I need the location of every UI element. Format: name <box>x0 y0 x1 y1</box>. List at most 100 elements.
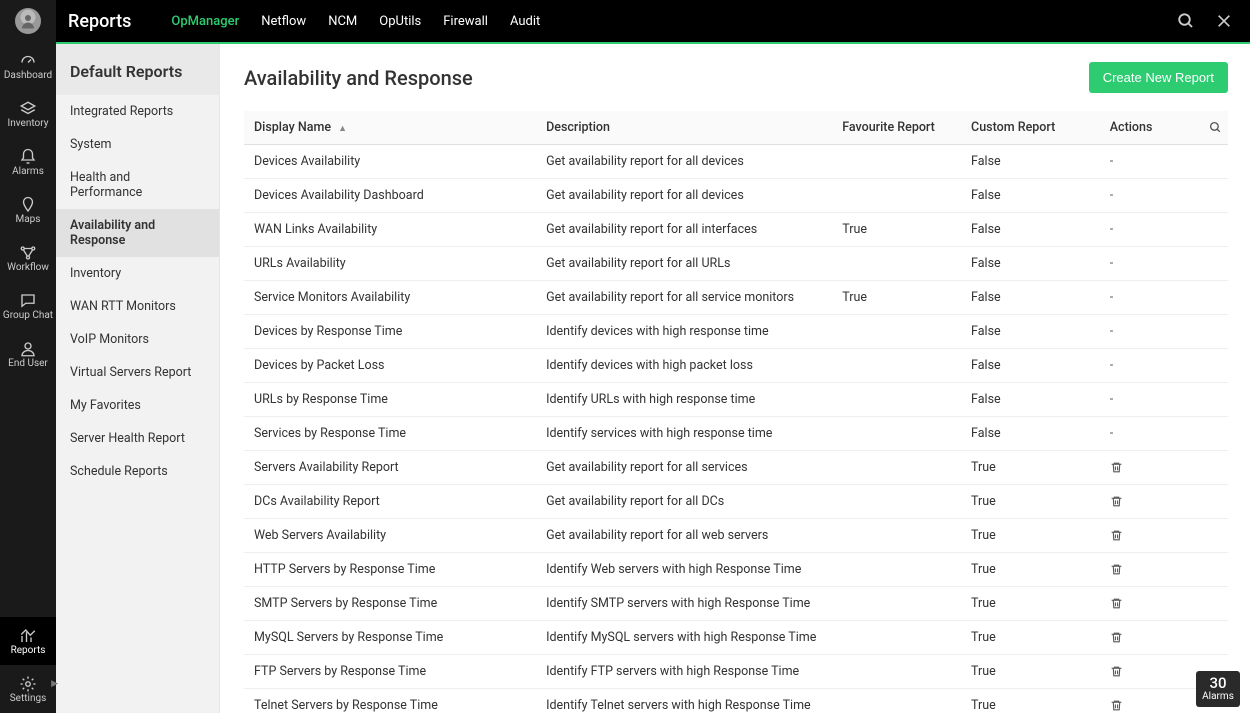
table-row[interactable]: DCs Availability Report Get availability… <box>244 485 1228 519</box>
table-row[interactable]: Devices Availability Get availability re… <box>244 145 1228 179</box>
left-rail: DashboardInventoryAlarmsMapsWorkflowGrou… <box>0 0 56 713</box>
table-row[interactable]: FTP Servers by Response Time Identify FT… <box>244 655 1228 689</box>
search-icon[interactable] <box>1176 11 1196 31</box>
cell-display[interactable]: URLs Availability <box>244 247 540 281</box>
col-header-favourite[interactable]: Favourite Report <box>836 111 965 145</box>
rail-item-reports[interactable]: Reports <box>0 617 56 665</box>
sub-nav-item-integrated-reports[interactable]: Integrated Reports <box>56 95 219 128</box>
cell-actions: - <box>1094 145 1203 179</box>
top-tab-oputils[interactable]: OpUtils <box>379 14 421 29</box>
cell-display[interactable]: SMTP Servers by Response Time <box>244 587 540 621</box>
cell-actions <box>1094 587 1203 621</box>
cell-actions: - <box>1094 417 1203 451</box>
table-row[interactable]: Services by Response Time Identify servi… <box>244 417 1228 451</box>
no-action: - <box>1110 324 1113 339</box>
no-action: - <box>1110 154 1113 169</box>
rail-item-group-chat[interactable]: Group Chat <box>0 282 56 330</box>
sub-nav-item-voip-monitors[interactable]: VoIP Monitors <box>56 323 219 356</box>
sub-nav-item-inventory[interactable]: Inventory <box>56 257 219 290</box>
sub-nav-item-wan-rtt-monitors[interactable]: WAN RTT Monitors <box>56 290 219 323</box>
expand-caret-icon[interactable]: ▶ <box>51 679 58 689</box>
cell-display[interactable]: HTTP Servers by Response Time <box>244 553 540 587</box>
table-row[interactable]: Telnet Servers by Response Time Identify… <box>244 689 1228 713</box>
table-row[interactable]: URLs by Response Time Identify URLs with… <box>244 383 1228 417</box>
top-tab-firewall[interactable]: Firewall <box>443 14 488 29</box>
cell-display[interactable]: Service Monitors Availability <box>244 281 540 315</box>
cell-display[interactable]: Devices by Response Time <box>244 315 540 349</box>
rail-item-dashboard[interactable]: Dashboard <box>0 42 56 90</box>
col-header-custom[interactable]: Custom Report <box>965 111 1094 145</box>
table-row[interactable]: MySQL Servers by Response Time Identify … <box>244 621 1228 655</box>
cell-actions <box>1094 451 1203 485</box>
col-header-display[interactable]: Display Name ▲ <box>244 111 540 145</box>
sub-nav-item-health-and-performance[interactable]: Health and Performance <box>56 161 219 209</box>
table-row[interactable]: Devices Availability Dashboard Get avail… <box>244 179 1228 213</box>
table-row[interactable]: Service Monitors Availability Get availa… <box>244 281 1228 315</box>
create-new-report-button[interactable]: Create New Report <box>1089 62 1228 93</box>
top-tab-netflow[interactable]: Netflow <box>261 14 306 29</box>
rail-item-label: End User <box>8 358 48 369</box>
rail-item-end-user[interactable]: End User <box>0 330 56 378</box>
cell-custom: True <box>965 485 1094 519</box>
table-row[interactable]: Devices by Packet Loss Identify devices … <box>244 349 1228 383</box>
sub-nav-item-my-favorites[interactable]: My Favorites <box>56 389 219 422</box>
delete-icon[interactable] <box>1110 529 1197 542</box>
rail-item-settings[interactable]: Settings <box>0 665 56 713</box>
table-row[interactable]: Devices by Response Time Identify device… <box>244 315 1228 349</box>
cell-description: Identify FTP servers with high Response … <box>540 655 836 689</box>
cell-custom: True <box>965 519 1094 553</box>
rail-item-maps[interactable]: Maps <box>0 186 56 234</box>
sub-nav-item-server-health-report[interactable]: Server Health Report <box>56 422 219 455</box>
delete-icon[interactable] <box>1110 699 1197 712</box>
table-row[interactable]: Servers Availability Report Get availabi… <box>244 451 1228 485</box>
cell-display[interactable]: WAN Links Availability <box>244 213 540 247</box>
cell-display[interactable]: Servers Availability Report <box>244 451 540 485</box>
table-row[interactable]: HTTP Servers by Response Time Identify W… <box>244 553 1228 587</box>
col-header-description[interactable]: Description <box>540 111 836 145</box>
cell-favourite <box>836 451 965 485</box>
cell-display[interactable]: Web Servers Availability <box>244 519 540 553</box>
cell-favourite: True <box>836 281 965 315</box>
delete-icon[interactable] <box>1110 631 1197 644</box>
cell-description: Identify services with high response tim… <box>540 417 836 451</box>
alarms-badge[interactable]: 30 Alarms <box>1196 671 1240 707</box>
delete-icon[interactable] <box>1110 597 1197 610</box>
table-row[interactable]: WAN Links Availability Get availability … <box>244 213 1228 247</box>
col-header-actions[interactable]: Actions <box>1094 111 1203 145</box>
table-row[interactable]: URLs Availability Get availability repor… <box>244 247 1228 281</box>
top-tab-ncm[interactable]: NCM <box>328 14 357 29</box>
sub-nav-item-availability-and-response[interactable]: Availability and Response <box>56 209 219 257</box>
cell-display[interactable]: MySQL Servers by Response Time <box>244 621 540 655</box>
cell-display[interactable]: Telnet Servers by Response Time <box>244 689 540 713</box>
table-search-icon[interactable] <box>1203 111 1228 145</box>
cell-favourite <box>836 383 965 417</box>
sub-nav-item-schedule-reports[interactable]: Schedule Reports <box>56 455 219 488</box>
avatar[interactable] <box>0 0 56 42</box>
top-tab-opmanager[interactable]: OpManager <box>171 14 239 29</box>
delete-icon[interactable] <box>1110 665 1197 678</box>
cell-display[interactable]: URLs by Response Time <box>244 383 540 417</box>
cell-display[interactable]: Devices Availability <box>244 145 540 179</box>
top-tabs: OpManager Netflow NCM OpUtils Firewall Audit <box>171 14 540 29</box>
cell-favourite <box>836 417 965 451</box>
rail-item-inventory[interactable]: Inventory <box>0 90 56 138</box>
cell-display[interactable]: Services by Response Time <box>244 417 540 451</box>
cell-display[interactable]: Devices Availability Dashboard <box>244 179 540 213</box>
close-icon[interactable] <box>1214 11 1234 31</box>
cell-description: Get availability report for all DCs <box>540 485 836 519</box>
rail-item-workflow[interactable]: Workflow <box>0 234 56 282</box>
cell-display[interactable]: FTP Servers by Response Time <box>244 655 540 689</box>
chart-icon <box>19 627 37 645</box>
cell-display[interactable]: DCs Availability Report <box>244 485 540 519</box>
sub-nav-item-virtual-servers-report[interactable]: Virtual Servers Report <box>56 356 219 389</box>
sub-nav-item-system[interactable]: System <box>56 128 219 161</box>
delete-icon[interactable] <box>1110 563 1197 576</box>
rail-item-alarms[interactable]: Alarms <box>0 138 56 186</box>
cell-display[interactable]: Devices by Packet Loss <box>244 349 540 383</box>
top-tab-audit[interactable]: Audit <box>510 14 540 29</box>
table-row[interactable]: SMTP Servers by Response Time Identify S… <box>244 587 1228 621</box>
delete-icon[interactable] <box>1110 461 1197 474</box>
delete-icon[interactable] <box>1110 495 1197 508</box>
cell-custom: True <box>965 621 1094 655</box>
table-row[interactable]: Web Servers Availability Get availabilit… <box>244 519 1228 553</box>
